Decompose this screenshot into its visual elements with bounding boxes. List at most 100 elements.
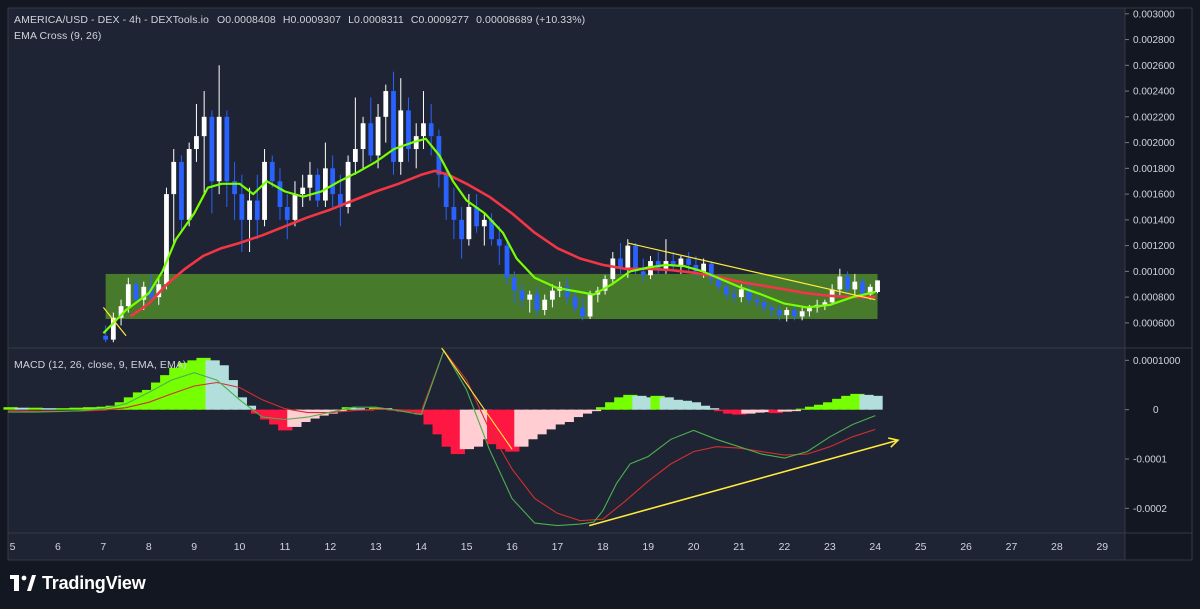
tradingview-logo[interactable]: TradingView [10, 572, 146, 594]
time-tick-label: 26 [960, 541, 972, 553]
macd-tick-label: -0.0001 [1133, 455, 1167, 466]
time-tick-label: 23 [824, 541, 836, 553]
price-tick-label: 0.001400 [1133, 215, 1175, 226]
time-tick-label: 21 [733, 541, 745, 553]
macd-histogram-bar [14, 407, 30, 410]
candle-body [300, 187, 306, 195]
candle-body [579, 307, 585, 317]
chart-window: 0.003000 0.002800 0.002600 0.002400 0.002200… [0, 0, 1200, 609]
time-tick-label: 14 [415, 541, 427, 553]
candle-body [860, 281, 865, 295]
time-tick-label: 24 [869, 541, 881, 553]
macd-histogram-bar [786, 409, 801, 412]
support-zone [105, 273, 878, 320]
candle-body [761, 302, 767, 308]
time-tick-label: 9 [191, 541, 197, 553]
candle-body [610, 258, 616, 280]
candle-body [587, 294, 593, 317]
candle-body [511, 277, 517, 291]
price-tick-label: 0.002800 [1133, 35, 1175, 46]
macd-tick-label: 0.0001000 [1133, 356, 1181, 367]
price-tick-label: 0.001200 [1133, 241, 1175, 252]
candle-body [186, 149, 192, 220]
candle-body [686, 258, 692, 265]
candle-body [421, 123, 426, 137]
ohlc-close: C0.0009277 [410, 14, 470, 26]
tradingview-logo-icon [10, 575, 36, 591]
candle-body [852, 281, 858, 290]
price-tick-label: 0.002000 [1133, 138, 1175, 149]
price-tick-label: 0.001000 [1133, 267, 1175, 278]
candle-body [284, 206, 290, 220]
time-tick-label: 29 [1096, 541, 1108, 553]
candle-body [451, 206, 457, 220]
macd-histogram-bar [704, 408, 720, 410]
candle-body [254, 200, 260, 220]
candle-body [292, 194, 298, 220]
candle-body [769, 307, 775, 311]
ema-legend[interactable]: EMA Cross (9, 26) [14, 30, 101, 42]
candle-body [723, 286, 729, 295]
time-tick-label: 5 [10, 541, 16, 553]
candle-body [640, 271, 646, 276]
ohlc-low: L0.0008311 [348, 14, 404, 26]
symbol-title: AMERICA/USD - DEX - 4h - DEXTools.io [14, 14, 209, 26]
candle-body [125, 284, 131, 307]
time-tick-label: 19 [642, 541, 654, 553]
candle-body [496, 239, 502, 246]
candle-body [519, 290, 525, 300]
price-tick-label: 0.002200 [1133, 112, 1175, 123]
time-tick-label: 25 [915, 541, 927, 553]
time-tick-label: 15 [461, 541, 473, 553]
candle-body [315, 174, 321, 201]
time-tick-label: 13 [370, 541, 382, 553]
candle-body [194, 136, 199, 150]
price-tick-label: 0.003000 [1133, 9, 1175, 20]
candle-body [224, 116, 230, 182]
time-tick-label: 8 [146, 541, 152, 553]
ohlc-high: H0.0009307 [282, 14, 342, 26]
candle-body [277, 181, 283, 207]
candle-body [133, 284, 139, 300]
candle-body [368, 123, 374, 156]
candle-body [360, 123, 366, 150]
price-tick-label: 0.000800 [1133, 293, 1175, 304]
candle-body [565, 286, 570, 298]
candle-body [754, 299, 760, 303]
ohlc-open: O0.0008408 [217, 14, 276, 26]
candle-body [837, 276, 843, 290]
candle-body [352, 149, 358, 162]
candle-body [216, 116, 222, 182]
candle-body [777, 310, 782, 316]
macd-legend[interactable]: MACD (12, 26, close, 9, EMA, EMA) [14, 359, 187, 371]
candle-body [209, 116, 215, 182]
candle-body [792, 310, 797, 317]
candle-body [179, 161, 184, 220]
candle-body [171, 161, 177, 195]
candle-body [625, 245, 631, 269]
candle-body [239, 194, 245, 220]
symbol-legend: AMERICA/USD - DEX - 4h - DEXTools.io O0.… [14, 14, 585, 26]
time-tick-label: 27 [1006, 541, 1018, 553]
candle-body [731, 294, 737, 298]
price-tick-label: 0.002400 [1133, 87, 1175, 98]
candle-body [383, 91, 389, 117]
macd-histogram-bar [69, 407, 84, 410]
time-tick-label: 12 [325, 541, 337, 553]
candle-body [534, 294, 540, 311]
time-tick-label: 16 [506, 541, 518, 553]
candle-body [799, 311, 805, 317]
candle-body [572, 297, 578, 308]
time-tick-label: 17 [552, 541, 564, 553]
macd-histogram-bar [55, 408, 70, 410]
time-tick-label: 11 [280, 541, 291, 553]
price-tick-label: 0.001800 [1133, 164, 1175, 175]
brand-name: TradingView [42, 572, 146, 593]
candle-body [443, 174, 449, 207]
candle-body [845, 276, 850, 290]
candle-body [103, 335, 109, 340]
candle-body [307, 174, 313, 188]
macd-histogram-bar [28, 407, 43, 410]
chart-canvas[interactable]: 0.003000 0.002800 0.002600 0.002400 0.002200… [0, 0, 1200, 609]
price-tick-label: 0.000600 [1133, 318, 1175, 329]
